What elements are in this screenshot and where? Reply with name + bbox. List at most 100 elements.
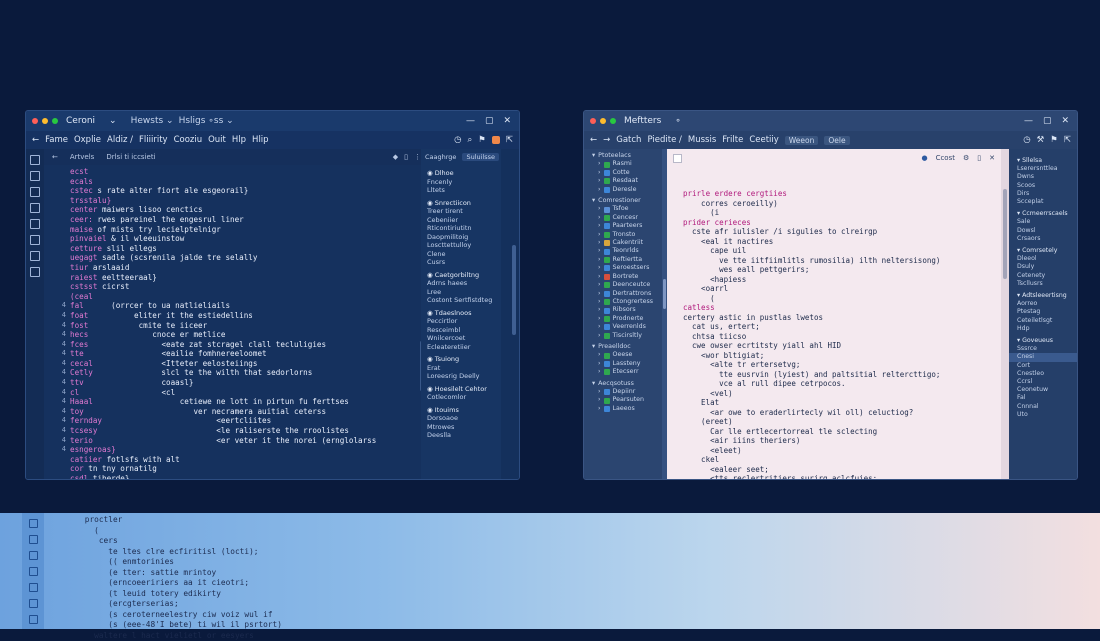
property-item[interactable]: Cort xyxy=(1009,362,1077,370)
outline-section[interactable]: ◉ Itouims xyxy=(421,406,501,415)
property-item[interactable]: Tscllusrs xyxy=(1009,280,1077,288)
property-section[interactable]: ▾ Goveueus xyxy=(1009,337,1077,345)
tree-file[interactable]: ›Reftiertta xyxy=(584,256,662,264)
title-chevron-icon[interactable]: ⌄ xyxy=(109,116,117,126)
tree-folder[interactable]: ▾Aecqsotuss xyxy=(584,380,662,388)
outline-item[interactable]: Rticontiriutitn xyxy=(421,224,501,233)
tools-icon[interactable] xyxy=(30,251,40,261)
maximize-dot[interactable] xyxy=(610,118,616,124)
menu-item[interactable]: Cooziu xyxy=(174,135,203,145)
tree-file[interactable]: ›Veerrenlds xyxy=(584,323,662,331)
outline-item[interactable]: Clene xyxy=(421,250,501,259)
outline-item[interactable]: Dorsoaoe xyxy=(421,414,501,423)
back-arrow-icon[interactable]: ← xyxy=(32,135,39,145)
property-item[interactable]: Ceteiletlsgt xyxy=(1009,317,1077,325)
property-item[interactable]: Cnestleo xyxy=(1009,370,1077,378)
outline-section[interactable]: ◉ Caetgorbiltng xyxy=(421,271,501,280)
property-item[interactable]: Uto xyxy=(1009,411,1077,419)
image-icon[interactable] xyxy=(30,267,40,277)
doc-icon[interactable] xyxy=(29,551,38,560)
image-icon[interactable] xyxy=(29,615,38,624)
bookmark-icon[interactable]: ⚑ xyxy=(1050,135,1058,145)
outline-item[interactable]: Wnilcercoet xyxy=(421,334,501,343)
menu-item[interactable]: Ceetiiy xyxy=(749,135,778,145)
tools-icon[interactable] xyxy=(29,599,38,608)
outline-section[interactable]: ◉ Snrectiicon xyxy=(421,199,501,208)
outline-item[interactable]: Cusrs xyxy=(421,258,501,267)
tree-file[interactable]: ›Tsfoe xyxy=(584,205,662,213)
tree-file[interactable]: ›Resdaat xyxy=(584,177,662,185)
maximize-dot[interactable] xyxy=(52,118,58,124)
outline-item[interactable]: Loreesrig Deelly xyxy=(421,372,501,381)
chart-icon[interactable] xyxy=(30,187,40,197)
tree-file[interactable]: ›Deresle xyxy=(584,186,662,194)
property-section[interactable]: ▾ Adtsleeertisng xyxy=(1009,292,1077,300)
tree-file[interactable]: ›Tiscirsltly xyxy=(584,332,662,340)
outline-item[interactable]: Lree xyxy=(421,288,501,297)
outline-item[interactable]: Cotlecomlor xyxy=(421,393,501,402)
menu-item[interactable]: Ouit xyxy=(208,135,226,145)
property-item[interactable]: Sale xyxy=(1009,218,1077,226)
title-extra[interactable]: ∘ xyxy=(675,116,681,126)
property-item[interactable]: Scoos xyxy=(1009,182,1077,190)
property-item[interactable]: Hdp xyxy=(1009,325,1077,333)
tree-file[interactable]: ›Dertrattrons xyxy=(584,290,662,298)
tools-icon[interactable]: ⚒ xyxy=(1037,135,1045,145)
tree-folder[interactable]: ▾Preaelldoc xyxy=(584,343,662,351)
tree-file[interactable]: ›Rasmi xyxy=(584,160,662,168)
menu-item[interactable]: Fame xyxy=(45,135,68,145)
tree-folder[interactable]: ▾Comrestioner xyxy=(584,197,662,205)
share-icon[interactable]: ⇱ xyxy=(1064,135,1071,145)
outline-section[interactable]: ◉ Tdaeslnoos xyxy=(421,309,501,318)
property-item[interactable]: Fal xyxy=(1009,394,1077,402)
menu-button-2[interactable]: Oele xyxy=(824,136,849,145)
property-item[interactable]: Cnnnal xyxy=(1009,403,1077,411)
forward-arrow-icon[interactable]: → xyxy=(603,135,610,145)
close-icon[interactable]: ✕ xyxy=(1061,116,1069,126)
menu-button-1[interactable]: Weeon xyxy=(785,136,819,145)
tree-file[interactable]: ›Cotte xyxy=(584,169,662,177)
property-item[interactable]: Ccrsl xyxy=(1009,378,1077,386)
right-scrollbar[interactable] xyxy=(501,149,519,479)
outline-item[interactable]: Erat xyxy=(421,364,501,373)
tree-file[interactable]: ›Bortrete xyxy=(584,273,662,281)
outline-section[interactable]: ◉ Dlhoe xyxy=(421,169,501,178)
property-item[interactable]: Ptestag xyxy=(1009,308,1077,316)
tree-file[interactable]: ›Deenceutce xyxy=(584,281,662,289)
property-item[interactable]: Aorreo xyxy=(1009,300,1077,308)
editor-scroll-thumb[interactable] xyxy=(1003,189,1007,279)
close-editor-icon[interactable]: ✕ xyxy=(989,154,995,162)
folder-icon[interactable] xyxy=(29,567,38,576)
outline-item[interactable]: Deeslla xyxy=(421,431,501,440)
outline-item[interactable]: Cebeniier xyxy=(421,216,501,225)
user-icon[interactable]: ● xyxy=(921,154,927,162)
minimize-icon[interactable]: — xyxy=(1024,116,1033,126)
title-tab-0[interactable]: Hewsts ⌄ xyxy=(131,116,174,126)
tree-file[interactable]: ›Lassteny xyxy=(584,360,662,368)
tree-folder[interactable]: ▾Ptoteelacs xyxy=(584,152,662,160)
minimize-icon[interactable]: — xyxy=(466,116,475,126)
outline-item[interactable]: Resceimbl xyxy=(421,326,501,335)
minimize-dot[interactable] xyxy=(42,118,48,124)
property-item[interactable]: Sssrce xyxy=(1009,345,1077,353)
property-item[interactable]: Dowsl xyxy=(1009,227,1077,235)
property-item[interactable]: Crsaors xyxy=(1009,235,1077,243)
tree-file[interactable]: ›Laeeos xyxy=(584,405,662,413)
outline-item[interactable]: Lltets xyxy=(421,186,501,195)
property-item[interactable]: Ceonetuw xyxy=(1009,386,1077,394)
tree-file[interactable]: ›Seroestsers xyxy=(584,264,662,272)
menu-item[interactable]: Gatch xyxy=(616,135,641,145)
outline-item[interactable]: Treer tirent xyxy=(421,207,501,216)
outline-section[interactable]: ◉ Tsuiong xyxy=(421,355,501,364)
tree-file[interactable]: ›Pearsuten xyxy=(584,396,662,404)
menu-item[interactable]: Fliiirity xyxy=(139,135,168,145)
puzzle-icon[interactable] xyxy=(30,235,40,245)
outline-item[interactable]: Loscttettulloy xyxy=(421,241,501,250)
tab-back-icon[interactable]: ← xyxy=(52,153,58,161)
files-icon[interactable] xyxy=(29,519,38,528)
outline-item[interactable]: Daopmilitoig xyxy=(421,233,501,242)
title-tab-1[interactable]: Hsligs ∘ss ⌄ xyxy=(179,116,234,126)
tree-file[interactable]: ›Teonrlds xyxy=(584,247,662,255)
tree-file[interactable]: ›Prodnerte xyxy=(584,315,662,323)
property-item[interactable]: Lserersnttlea xyxy=(1009,165,1077,173)
